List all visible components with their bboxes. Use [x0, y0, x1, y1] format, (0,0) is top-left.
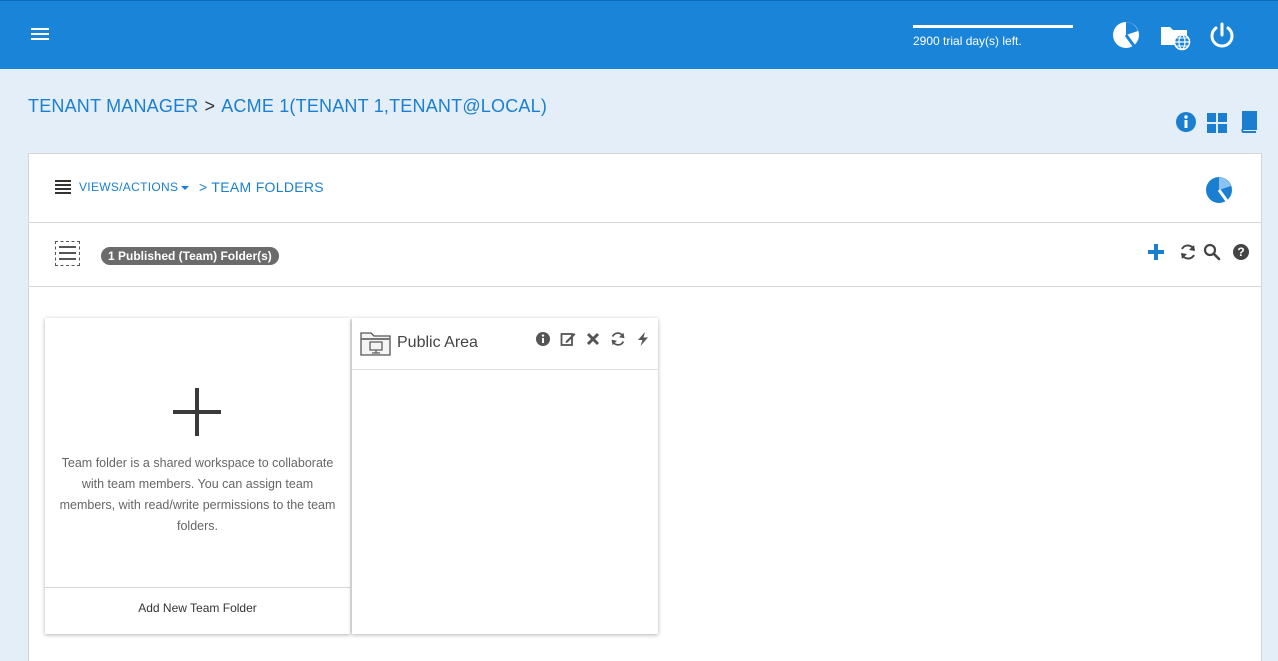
caret-down-icon [181, 185, 190, 190]
svg-text:?: ? [1237, 245, 1244, 259]
trial-status: 2900 trial day(s) left. [913, 25, 1073, 48]
add-folder-description: Team folder is a shared workspace to col… [59, 456, 336, 533]
sync-icon[interactable] [610, 331, 626, 347]
panel-header: VIEWS/ACTIONS > TEAM FOLDERS [29, 154, 1261, 223]
crumb-team-folders[interactable]: > TEAM FOLDERS [199, 179, 324, 195]
crumb-tenant-manager[interactable]: TENANT MANAGER [28, 96, 199, 116]
delete-icon[interactable] [585, 331, 601, 347]
folder-icon [360, 328, 392, 358]
crumb-separator: > [204, 96, 216, 116]
hamburger-icon[interactable] [28, 25, 52, 47]
crumb-tenant[interactable]: ACME 1(TENANT 1,TENANT@LOCAL) [221, 96, 547, 116]
page-breadcrumb: TENANT MANAGER > ACME 1(TENANT 1,TENANT@LO… [28, 96, 547, 117]
grid-icon[interactable] [1206, 111, 1228, 133]
edit-icon[interactable] [560, 331, 576, 347]
pie-chart-icon[interactable] [1205, 176, 1233, 204]
add-folder-icon[interactable] [1147, 243, 1165, 261]
trial-text: 2900 trial day(s) left. [913, 34, 1022, 48]
views-actions-label: VIEWS/ACTIONS [79, 180, 179, 194]
book-icon[interactable] [1237, 111, 1259, 133]
folder-count-badge: 1 Published (Team) Folder(s) [101, 247, 279, 265]
refresh-icon[interactable] [1179, 243, 1197, 261]
add-new-team-folder-button[interactable]: Add New Team Folder [45, 587, 350, 634]
bolt-icon[interactable] [635, 331, 651, 347]
list-menu-icon[interactable] [55, 180, 71, 194]
add-team-folder-card[interactable]: Team folder is a shared workspace to col… [45, 318, 350, 634]
help-icon[interactable]: ? [1232, 243, 1250, 261]
power-icon[interactable] [1208, 21, 1238, 51]
trial-progress-bar [913, 25, 1073, 28]
info-icon[interactable] [1175, 111, 1197, 133]
pie-chart-icon[interactable] [1112, 21, 1142, 51]
info-icon[interactable] [535, 331, 551, 347]
views-actions-dropdown[interactable]: VIEWS/ACTIONS [79, 180, 190, 194]
folder-globe-icon[interactable] [1160, 21, 1191, 51]
folder-name[interactable]: Public Area [397, 334, 478, 352]
list-view-icon[interactable] [55, 241, 80, 266]
search-icon[interactable] [1203, 243, 1221, 261]
top-bar: 2900 trial day(s) left. [0, 0, 1278, 69]
folder-card-header: Public Area [352, 318, 658, 370]
panel-toolbar: 1 Published (Team) Folder(s) ? [29, 223, 1261, 287]
trial-progress-fill [913, 25, 1073, 28]
team-folders-panel: VIEWS/ACTIONS > TEAM FOLDERS 1 Published… [28, 153, 1262, 661]
team-folder-card[interactable]: Public Area [352, 318, 658, 634]
add-plus-icon[interactable] [173, 388, 221, 436]
